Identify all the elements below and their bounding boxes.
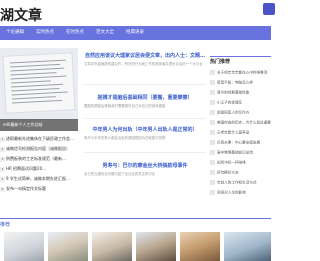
article-title[interactable]: 中年男人为何出轨（中年男人出轨人是正常的） (84, 126, 206, 133)
list-item[interactable]: 59 学生试简单，诚做本期先进汇报… (0, 176, 78, 182)
nav-item-hot[interactable]: 实时热点 (30, 26, 60, 40)
article-card[interactable]: 男寿与：巴尔的摩金丝大桥搞航母事件 出行的交通安全问题引起了全社会的关注和讨论 (84, 162, 206, 182)
article-summary: 文章中央直面新的建议作，所在的行为就工作的推荐者并提出合会的一个大平台 (84, 62, 203, 66)
featured-image[interactable] (0, 48, 78, 120)
section-divider (0, 218, 271, 219)
article-summary: 有不少中年的男人都会出轨的原因是因为在家庭中觉得 (84, 136, 166, 140)
thumbnail-icon (210, 190, 215, 195)
nav-item-essays[interactable]: 范文大全 (90, 26, 120, 40)
nav-item-home[interactable]: 个论通辑 (0, 26, 30, 40)
thumbnail-icon (210, 140, 215, 145)
sidebar-item[interactable]: 高中物理基础知识总结 (210, 150, 271, 156)
article-title[interactable]: 自然应用该议大理家议居会便文章，出内人士：文题… (84, 52, 206, 59)
sidebar-item[interactable]: 年轻人的工作和生活方式 (210, 180, 271, 186)
thumbnail-icon (210, 170, 215, 175)
sidebar-item[interactable]: 美国自由的历史，为什么如此重要 (210, 120, 271, 126)
article-title[interactable]: 男寿与：巴尔的摩金丝大桥搞航母事件 (84, 162, 206, 169)
sidebar-item[interactable]: 好句摘抄大全 (210, 170, 271, 176)
sidebar-item[interactable]: 王老吉是什么营养品 (210, 130, 271, 136)
thumbnail-icon (210, 100, 215, 105)
thumbnail-icon (210, 160, 215, 165)
article-card[interactable]: 中年男人为何出轨（中年男人出轨人是正常的） 有不少中年的男人都会出轨的原因是因为… (84, 126, 206, 146)
thumbnail-icon (210, 110, 215, 115)
thumbnail-icon (210, 80, 215, 85)
thumbnail-image[interactable] (180, 232, 220, 261)
thumbnail-image[interactable] (92, 232, 132, 261)
thumbnail-image[interactable] (4, 232, 44, 261)
sidebar-item[interactable]: 哥尔的鸡群基础性能 (210, 90, 271, 96)
sidebar-item[interactable]: 新型平板：电脑怎么样 (210, 80, 271, 86)
divider (84, 118, 206, 119)
thumbnail-icon (210, 150, 215, 155)
featured-caption[interactable]: ml0最新个人工作总结 (0, 119, 78, 131)
header-action-button[interactable] (263, 3, 275, 15)
thumbnail-icon (210, 180, 215, 185)
site-header: 湖文章 (0, 0, 275, 26)
thumbnail-image[interactable] (136, 232, 176, 261)
sidebar-item[interactable]: 巴西夫妻：中心要全面发展 (210, 140, 271, 146)
sidebar-title: 热门推荐 (210, 59, 231, 65)
document-photo (2, 52, 76, 114)
thumbnail-icon (210, 90, 215, 95)
divider (84, 84, 206, 85)
sidebar-accent-line (210, 56, 271, 57)
article-title[interactable]: 摇搏才是脑后基础相同（要搬，重要摩擦） (84, 94, 206, 101)
sidebar-item[interactable]: 前面回首人的写作方 (210, 110, 271, 116)
thumbnail-icon (210, 70, 215, 75)
list-item[interactable]: 6 发布一句搞定作文标题 (0, 186, 78, 192)
list-item[interactable]: 2 诚做信号检测报告内容（诚做报告） (0, 146, 78, 152)
thumbnail-image[interactable] (48, 232, 88, 261)
nav-item-quotes[interactable]: 经典语录 (120, 26, 150, 40)
sidebar-item[interactable]: 关于鸡年年年都在心中的排骨汤 (210, 70, 271, 76)
thumbnail-icon (210, 120, 215, 125)
divider (84, 152, 206, 153)
thumbnail-icon (210, 130, 215, 135)
sidebar-item[interactable]: 如何冲好一杯咖啡 (210, 160, 271, 166)
article-summary: 要搬的是脑后基础我们需要做好自己对自己的身体健康 (84, 104, 166, 108)
site-logo[interactable]: 湖文章 (0, 5, 42, 25)
nav-item-realtime[interactable]: 在时热点 (60, 26, 90, 40)
article-summary: 出行的交通安全问题引起了全社会的关注和讨论 (84, 172, 156, 176)
main-nav: 个论通辑 实时热点 在时热点 范文大全 经典语录 (0, 26, 271, 40)
list-item[interactable]: 1 述职最新先进集体在下级民政工作会… (0, 136, 78, 142)
thumbnail-image[interactable] (224, 232, 271, 261)
list-item[interactable]: 4 HR 招聘面试问题20… (0, 166, 78, 172)
list-item[interactable]: 3 例费板装的工艺标准规范（最新… (0, 156, 78, 162)
article-card[interactable]: 自然应用该议大理家议居会便文章，出内人士：文题… 文章中央直面新的建议作，所在的… (84, 52, 206, 72)
section-title: 推荐 (0, 222, 11, 228)
sidebar-item[interactable]: 阅读对人生的影响 (210, 190, 271, 196)
article-card[interactable]: 摇搏才是脑后基础相同（要搬，重要摩擦） 要搬的是脑后基础我们需要做好自己对自己的… (84, 94, 206, 114)
sidebar-item[interactable]: 小王子的玫瑰花 (210, 100, 271, 106)
